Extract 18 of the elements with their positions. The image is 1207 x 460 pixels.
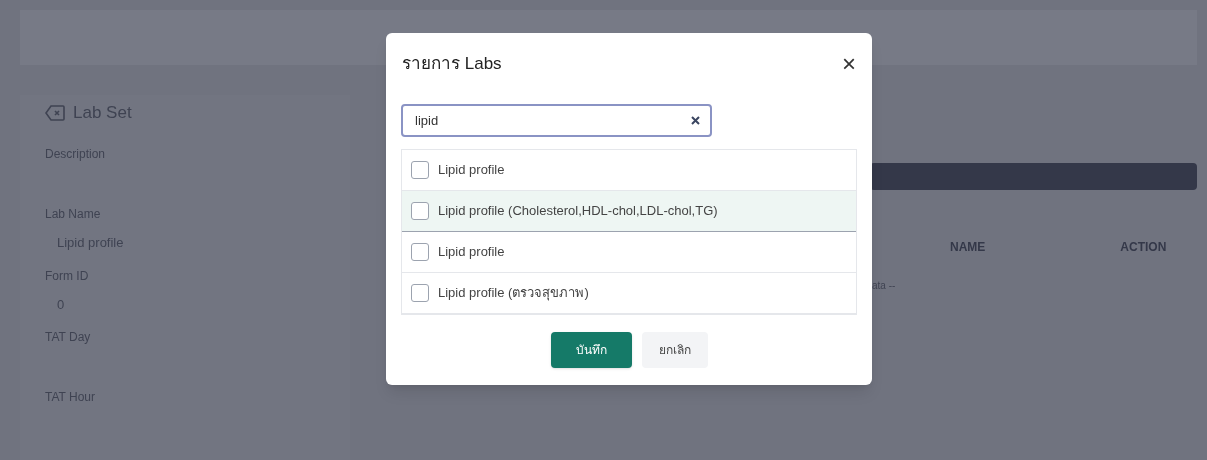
checkbox[interactable] bbox=[411, 243, 429, 261]
column-header: NAME bbox=[950, 239, 986, 256]
search-field[interactable]: lipid bbox=[401, 104, 712, 137]
item-label: Lipid profile (ตรวจสุขภาพ) bbox=[438, 284, 589, 303]
list-item[interactable]: Lipid profile (Cholesterol,HDL-chol,LDL-chol,TG) bbox=[402, 191, 856, 232]
save-button[interactable]: บันทึก bbox=[550, 332, 632, 368]
backspace-icon[interactable] bbox=[45, 105, 65, 121]
close-button[interactable]: × bbox=[842, 52, 856, 76]
item-label: Lipid profile bbox=[438, 243, 505, 262]
modal-title: รายการ Labs bbox=[402, 53, 502, 76]
column-header: ACTION bbox=[1120, 239, 1167, 256]
checkbox[interactable] bbox=[411, 284, 429, 302]
clear-icon[interactable] bbox=[691, 116, 700, 125]
item-label: Lipid profile bbox=[438, 161, 505, 180]
checkbox[interactable] bbox=[411, 161, 429, 179]
checkbox[interactable] bbox=[411, 202, 429, 220]
cancel-button[interactable]: ยกเลิก bbox=[641, 332, 708, 368]
item-label: Lipid profile (Cholesterol,HDL-chol,LDL-chol,TG) bbox=[438, 202, 718, 221]
